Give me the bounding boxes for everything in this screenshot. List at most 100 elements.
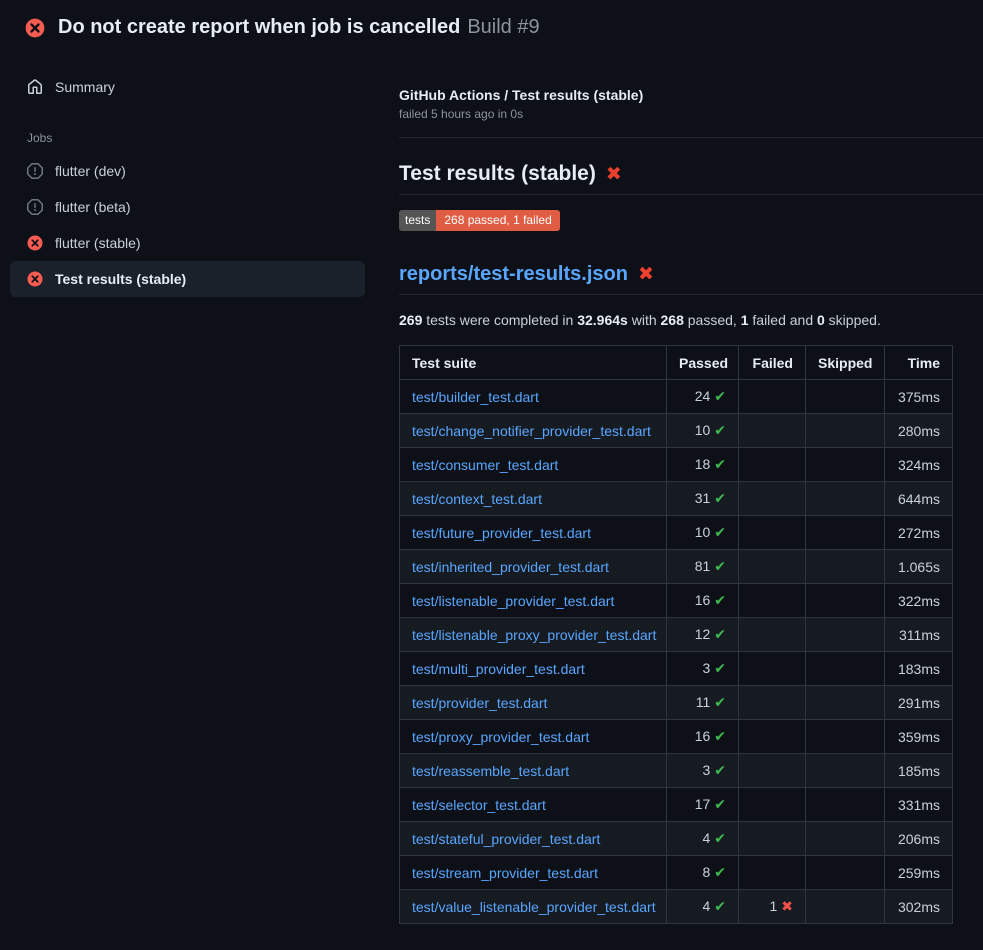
time-value: 375ms [898,389,940,405]
failed-cell [739,856,806,890]
sidebar-job-item-flutter-stable-[interactable]: flutter (stable) [10,225,365,261]
test-suite-link[interactable]: test/multi_provider_test.dart [412,661,585,677]
table-row: test/proxy_provider_test.dart 16✔ 359ms [400,720,953,754]
suite-cell: test/future_provider_test.dart [400,516,667,550]
suite-cell: test/proxy_provider_test.dart [400,720,667,754]
job-label: flutter (stable) [55,235,141,251]
check-icon: ✔ [714,660,726,676]
test-suite-link[interactable]: test/reassemble_test.dart [412,763,569,779]
passed-count: 8 [702,864,710,880]
build-number: Build #9 [467,16,539,38]
time-value: 322ms [898,593,940,609]
suite-cell: test/stream_provider_test.dart [400,856,667,890]
test-suite-link[interactable]: test/change_notifier_provider_test.dart [412,423,651,439]
breadcrumb: GitHub Actions / Test results (stable) [399,87,983,103]
suite-cell: test/multi_provider_test.dart [400,652,667,686]
test-suite-link[interactable]: test/stream_provider_test.dart [412,865,598,881]
passed-cell: 18✔ [667,448,739,482]
report-file-link[interactable]: reports/test-results.json [399,263,628,286]
run-title: Do not create report when job is cancell… [58,16,460,38]
passed-count: 17 [695,796,711,812]
passed-count: 3 [702,762,710,778]
skipped-cell [806,618,885,652]
check-icon: ✔ [714,762,726,778]
check-icon: ✔ [714,592,726,608]
skipped-cell [806,754,885,788]
report-heading-row: Test results (stable) ✖ [399,162,983,195]
passed-count: 16 [695,728,711,744]
failed-cell: 1✖ [739,890,806,924]
summary-text-segment: with [628,312,661,328]
table-row: test/builder_test.dart 24✔ 375ms [400,380,953,414]
sidebar: Summary Jobs flutter (dev)flutter (beta)… [0,51,375,297]
home-icon [27,79,43,95]
skipped-cell [806,720,885,754]
sidebar-summary-label: Summary [55,79,115,95]
summary-text-segment: tests were completed in [422,312,577,328]
passed-count: 24 [695,388,711,404]
passed-cell: 3✔ [667,754,739,788]
test-suite-link[interactable]: test/context_test.dart [412,491,542,507]
test-suite-link[interactable]: test/proxy_provider_test.dart [412,729,589,745]
time-cell: 311ms [885,618,953,652]
passed-cell: 17✔ [667,788,739,822]
time-cell: 291ms [885,686,953,720]
passed-cell: 16✔ [667,584,739,618]
jobs-list: flutter (dev) flutter (beta) flutter (stab… [0,153,375,297]
passed-cell: 24✔ [667,380,739,414]
time-cell: 302ms [885,890,953,924]
sidebar-job-item-flutter-beta-[interactable]: flutter (beta) [10,189,365,225]
badge-value: 268 passed, 1 failed [436,210,559,231]
test-suite-link[interactable]: test/listenable_proxy_provider_test.dart [412,627,656,643]
time-value: 331ms [898,797,940,813]
passed-cell: 10✔ [667,516,739,550]
test-suite-link[interactable]: test/inherited_provider_test.dart [412,559,609,575]
x-icon: ✖ [781,898,793,914]
test-suite-link[interactable]: test/value_listenable_provider_test.dart [412,899,656,915]
report-heading: Test results (stable) [399,162,596,186]
failed-count: 1 [769,898,777,914]
sidebar-job-item-flutter-dev-[interactable]: flutter (dev) [10,153,365,189]
passed-count: 11 [696,694,711,710]
test-suite-link[interactable]: test/consumer_test.dart [412,457,558,473]
job-label: Test results (stable) [55,271,186,287]
failed-cell [739,482,806,516]
suite-cell: test/listenable_proxy_provider_test.dart [400,618,667,652]
test-suite-link[interactable]: test/builder_test.dart [412,389,539,405]
passed-count: 10 [695,422,711,438]
test-suite-link[interactable]: test/selector_test.dart [412,797,546,813]
skipped-cell [806,584,885,618]
test-suite-link[interactable]: test/future_provider_test.dart [412,525,591,541]
failed-cell [739,448,806,482]
test-suite-link[interactable]: test/listenable_provider_test.dart [412,593,614,609]
sidebar-item-summary[interactable]: Summary [0,71,375,103]
failed-cell [739,618,806,652]
summary-text-segment: passed, [684,312,741,328]
skipped-cell [806,686,885,720]
table-row: test/listenable_provider_test.dart 16✔ 322… [400,584,953,618]
check-icon: ✔ [714,728,726,744]
table-row: test/value_listenable_provider_test.dart… [400,890,953,924]
passed-count: 16 [695,592,711,608]
check-icon: ✔ [714,694,726,710]
failed-cross-icon: ✖ [638,265,654,284]
time-value: 359ms [898,729,940,745]
summary-text-segment: 0 [817,312,825,328]
sidebar-job-item-test-results-stable-[interactable]: Test results (stable) [10,261,365,297]
passed-cell: 4✔ [667,822,739,856]
time-value: 272ms [898,525,940,541]
test-suite-link[interactable]: test/provider_test.dart [412,695,547,711]
table-row: test/stream_provider_test.dart8✔259ms [400,856,953,890]
check-icon: ✔ [714,490,726,506]
failed-cell [739,822,806,856]
passed-cell: 3✔ [667,652,739,686]
failed-cell [739,754,806,788]
summary-text-segment: 269 [399,312,422,328]
summary-text-segment: 1 [741,312,749,328]
failed-cell [739,516,806,550]
job-label: flutter (dev) [55,163,126,179]
test-suite-link[interactable]: test/stateful_provider_test.dart [412,831,600,847]
passed-count: 3 [702,660,710,676]
passed-count: 18 [695,456,711,472]
passed-cell: 81✔ [667,550,739,584]
